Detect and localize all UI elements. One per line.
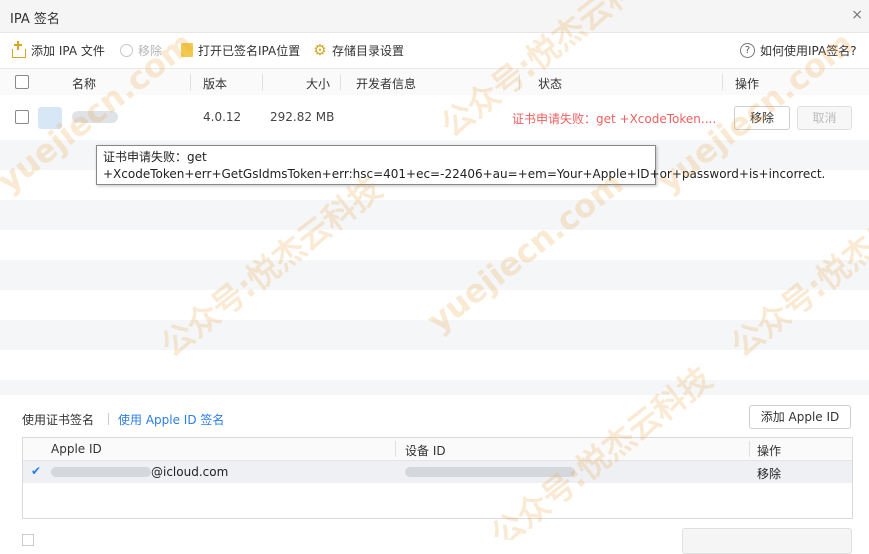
window-title: IPA 签名 [10, 12, 60, 27]
header-developer: 开发者信息 [356, 77, 417, 91]
apple-id-row[interactable]: ✔ @icloud.com 移除 [23, 461, 852, 483]
empty-row [0, 380, 869, 395]
help-label: 如何使用IPA签名? [760, 43, 857, 58]
row-remove-button[interactable]: 移除 [734, 106, 790, 130]
column-divider [190, 74, 191, 90]
open-signed-location-label: 打开已签名IPA位置 [198, 43, 301, 58]
empty-row [0, 200, 869, 230]
header-status: 状态 [538, 77, 563, 91]
column-divider [519, 74, 520, 90]
column-divider [749, 441, 750, 457]
header-actions: 操作 [735, 77, 760, 91]
column-divider [262, 74, 263, 90]
header-apple-id: Apple ID [51, 442, 102, 456]
signing-mode-tabs: 使用证书签名 使用 Apple ID 签名 添加 Apple ID [0, 403, 869, 431]
tab-divider [108, 413, 109, 425]
empty-row [0, 320, 869, 350]
row-version: 4.0.12 [203, 110, 242, 124]
tab-cert-signing[interactable]: 使用证书签名 [22, 411, 94, 428]
empty-row [0, 260, 869, 290]
add-file-icon [12, 40, 26, 58]
storage-settings-label: 存储目录设置 [332, 43, 405, 58]
footer-checkbox[interactable] [22, 534, 34, 546]
row-size: 292.82 MB [270, 110, 335, 124]
table-header: 名称 版本 大小 开发者信息 状态 操作 [0, 68, 869, 96]
remove-button[interactable]: 移除 [120, 41, 162, 59]
row-status-error[interactable]: 证书申请失败：get +XcodeToken.... [512, 110, 716, 127]
app-icon [38, 107, 62, 129]
header-size: 大小 [306, 77, 331, 91]
add-apple-id-button[interactable]: 添加 Apple ID [749, 405, 851, 429]
tab-apple-id-signing[interactable]: 使用 Apple ID 签名 [118, 411, 224, 428]
table-row[interactable]: 4.0.12 292.82 MB 证书申请失败：get +XcodeToken.… [0, 95, 869, 140]
column-divider [340, 74, 341, 90]
start-sign-button[interactable] [682, 528, 852, 554]
folder-icon [181, 43, 193, 57]
title-bar: IPA 签名 × [0, 0, 869, 33]
apple-id-redacted [51, 467, 151, 477]
column-divider [722, 74, 723, 90]
remove-icon [120, 43, 133, 57]
help-link[interactable]: ? 如何使用IPA签名? [740, 41, 857, 59]
apple-id-remove-button[interactable]: 移除 [757, 465, 781, 482]
header-apple-actions: 操作 [757, 444, 782, 458]
gear-icon: ⚙ [313, 41, 327, 59]
header-name: 名称 [72, 77, 97, 91]
close-icon[interactable]: × [851, 7, 863, 23]
header-device-id: 设备 ID [405, 444, 446, 458]
open-signed-location-button[interactable]: 打开已签名IPA位置 [181, 41, 300, 59]
storage-settings-button[interactable]: ⚙ 存储目录设置 [313, 41, 404, 59]
add-ipa-button[interactable]: 添加 IPA 文件 [12, 40, 105, 59]
device-id-redacted [405, 467, 575, 477]
ipa-list: 4.0.12 292.82 MB 证书申请失败：get +XcodeToken.… [0, 95, 869, 395]
row-checkbox[interactable] [15, 110, 29, 124]
remove-label: 移除 [138, 43, 163, 58]
column-divider [395, 441, 396, 457]
apple-id-suffix: @icloud.com [151, 465, 229, 479]
toolbar: 添加 IPA 文件 移除 打开已签名IPA位置 ⚙ 存储目录设置 ? 如何使用I… [0, 33, 869, 67]
add-ipa-label: 添加 IPA 文件 [31, 43, 105, 58]
selected-check-icon: ✔ [31, 464, 42, 478]
error-tooltip: 证书申请失败：get +XcodeToken+err+GetGsIdmsToke… [96, 145, 825, 185]
header-version: 版本 [203, 77, 228, 91]
app-name-redacted [72, 111, 118, 123]
apple-id-table-header: Apple ID 设备 ID 操作 [23, 438, 852, 461]
apple-id-table: Apple ID 设备 ID 操作 ✔ @icloud.com 移除 [22, 437, 853, 519]
row-cancel-button[interactable]: 取消 [797, 106, 852, 130]
select-all-checkbox[interactable] [15, 75, 29, 89]
help-icon: ? [740, 42, 755, 58]
